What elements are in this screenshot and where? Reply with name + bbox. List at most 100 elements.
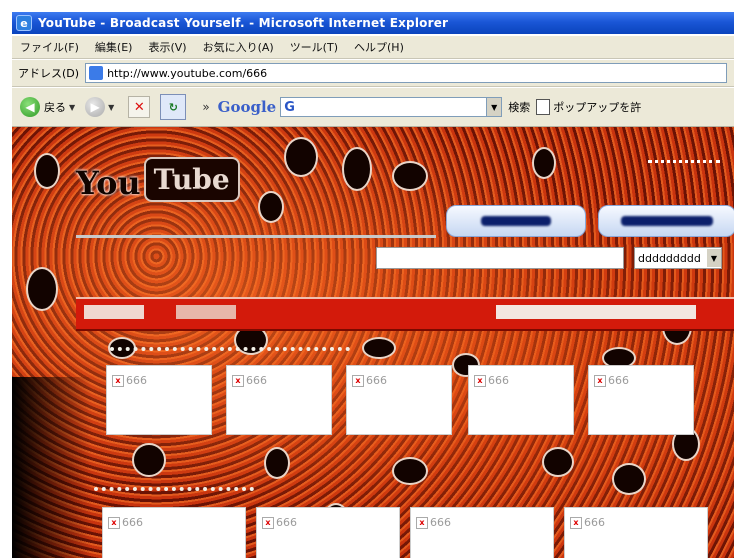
banner-glitch [84,305,144,319]
nav-tab-2[interactable] [598,205,734,237]
image-alt-text: 666 [126,374,147,387]
image-alt-text: 666 [430,516,451,529]
broken-image: x 666 [112,374,147,387]
stop-icon: ✕ [133,99,145,115]
background-blob [34,153,60,189]
broken-image: x 666 [108,516,143,529]
broken-image-icon: x [108,516,120,529]
logo-tube: Tube [143,157,240,202]
address-bar: アドレス(D) http://www.youtube.com/666 [12,60,734,87]
background-blob [532,147,556,179]
video-thumbnail[interactable]: x 666 [102,507,246,558]
broken-image: x 666 [474,374,509,387]
video-thumbnail[interactable]: x 666 [256,507,400,558]
toolbar-overflow-icon[interactable]: » [202,100,209,114]
back-button-label[interactable]: 戻る [44,99,66,115]
menu-view[interactable]: 表示(V) [140,39,194,55]
popup-label: ポップアップを許 [553,101,642,114]
image-alt-text: 666 [276,516,297,529]
broken-image: x 666 [232,374,267,387]
section-dotted-divider [110,347,350,351]
broken-image: x 666 [570,516,605,529]
video-thumbnail[interactable]: x 666 [588,365,694,435]
broken-image-icon: x [262,516,274,529]
background-blob [258,191,284,223]
image-alt-text: 666 [246,374,267,387]
search-button[interactable]: 検索 [508,99,530,115]
banner-glitch [496,305,696,319]
menu-help[interactable]: ヘルプ(H) [346,39,412,55]
menu-tools[interactable]: ツール(T) [282,39,346,55]
dropdown-icon[interactable]: ▼ [486,98,502,116]
broken-image-icon: x [352,374,364,387]
nav-tab-label-redacted [481,216,551,226]
image-alt-text: 666 [608,374,629,387]
broken-image-icon: x [416,516,428,529]
search-input[interactable] [376,247,624,269]
broken-image-icon: x [570,516,582,529]
image-alt-text: 666 [488,374,509,387]
video-thumbnail[interactable]: x 666 [468,365,574,435]
image-alt-text: 666 [366,374,387,387]
background-shadow [12,377,92,558]
select-value: ddddddddd [638,251,701,265]
google-g-icon: G [284,99,295,115]
stop-button[interactable]: ✕ [128,96,151,118]
logo-you: You [76,164,141,202]
image-alt-text: 666 [122,516,143,529]
back-dropdown-icon[interactable]: ▼ [69,103,75,112]
broken-image-icon: x [112,374,124,387]
background-blob [392,457,428,485]
broken-image-icon: x [594,374,606,387]
forward-icon[interactable]: ▶ [85,97,106,117]
red-banner-bar [76,297,734,331]
chevron-down-icon: ▼ [707,249,721,267]
nav-tab-label-redacted [621,216,713,226]
back-icon[interactable]: ◀ [20,97,40,117]
background-blob [264,447,290,479]
menu-favorites[interactable]: お気に入り(A) [195,39,282,55]
broken-image-icon: x [474,374,486,387]
broken-image: x 666 [262,516,297,529]
menu-file[interactable]: ファイル(F) [12,39,87,55]
video-thumbnail[interactable]: x 666 [226,365,332,435]
broken-image: x 666 [352,374,387,387]
image-alt-text: 666 [584,516,605,529]
youtube-logo[interactable]: You Tube [76,157,240,202]
section-dotted-divider [94,487,254,491]
menu-edit[interactable]: 編集(E) [87,39,141,55]
address-url: http://www.youtube.com/666 [107,66,268,80]
address-input[interactable]: http://www.youtube.com/666 [85,63,728,83]
popup-icon [536,99,551,115]
menu-bar: ファイル(F) 編集(E) 表示(V) お気に入り(A) ツール(T) ヘルプ(… [12,36,734,59]
background-blob [284,137,318,177]
decorative-dotted-line [648,160,720,163]
background-blob [392,161,428,191]
search-category-select[interactable]: ddddddddd ▼ [634,247,722,269]
google-search-input[interactable]: G ▼ [280,97,503,117]
broken-image-icon: x [232,374,244,387]
banner-glitch [176,305,236,319]
nav-tab-1[interactable] [446,205,586,237]
address-label: アドレス(D) [18,67,80,80]
forward-dropdown-icon[interactable]: ▼ [108,103,114,112]
header-divider [76,235,436,238]
background-blob [26,267,58,311]
refresh-icon: ↻ [168,100,178,114]
background-blob [542,447,574,477]
window-title: YouTube - Broadcast Yourself. - Microsof… [38,16,449,30]
popup-blocker-button[interactable]: ポップアップを許 [536,99,641,115]
window-title-bar: e YouTube - Broadcast Yourself. - Micros… [12,12,734,34]
video-thumbnail[interactable]: x 666 [564,507,708,558]
refresh-button[interactable]: ↻ [160,94,187,120]
broken-image: x 666 [594,374,629,387]
page-icon [89,66,104,80]
background-blob [362,337,396,359]
video-thumbnail[interactable]: x 666 [410,507,554,558]
google-toolbar-logo[interactable]: Google [218,98,277,116]
page-content: You Tube ddddddddd ▼ x 666 x 666 x 666 x… [12,127,734,558]
video-thumbnail[interactable]: x 666 [106,365,212,435]
screen: e YouTube - Broadcast Yourself. - Micros… [0,0,734,558]
video-thumbnail[interactable]: x 666 [346,365,452,435]
background-blob [132,443,166,477]
